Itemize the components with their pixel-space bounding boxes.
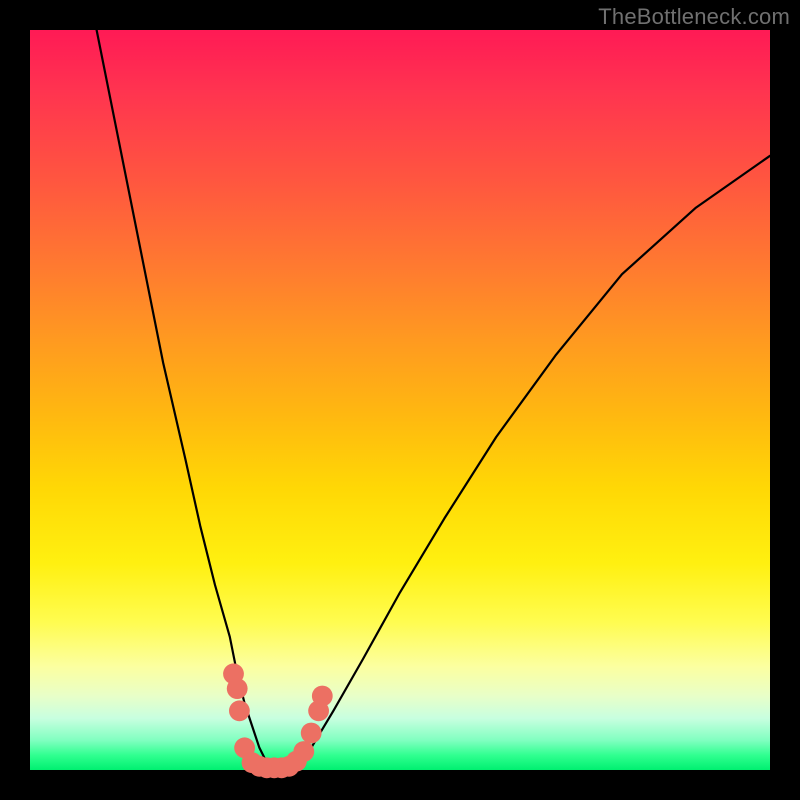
left-curve [97, 30, 282, 770]
marker-point [227, 678, 248, 699]
watermark-text: TheBottleneck.com [598, 4, 790, 30]
bottleneck-markers [223, 663, 333, 778]
marker-point [293, 741, 314, 762]
curve-overlay [30, 30, 770, 770]
marker-point [301, 723, 322, 744]
marker-point [229, 700, 250, 721]
right-curve [282, 156, 770, 770]
marker-point [312, 686, 333, 707]
chart-frame: TheBottleneck.com [0, 0, 800, 800]
